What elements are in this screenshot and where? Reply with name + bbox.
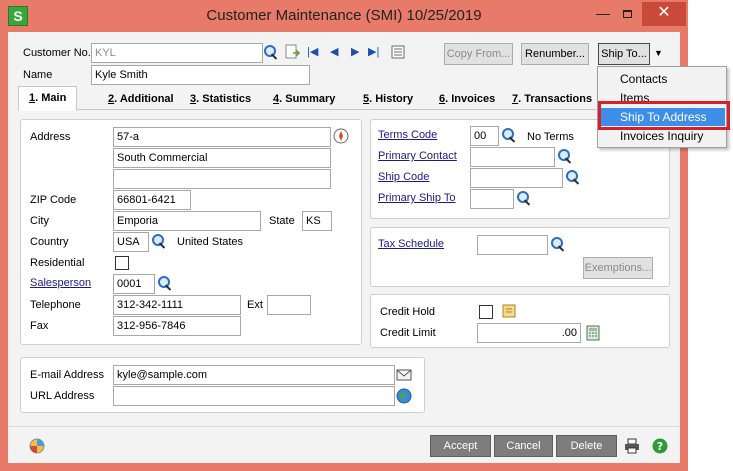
cancel-button[interactable]: Cancel [494,435,553,457]
country-label: Country [30,236,69,248]
ship-to-button[interactable]: Ship To... [598,43,650,65]
fax-input[interactable]: 312-956-7846 [113,316,241,336]
print-icon[interactable] [624,438,640,454]
window-title: Customer Maintenance (SMI) 10/25/2019 [206,7,482,24]
search-icon[interactable] [263,44,279,60]
tab-transactions[interactable]: 7. Transactions [512,89,592,109]
ship-to-dropdown-arrow-icon[interactable]: ▼ [654,48,663,58]
ship-code-link[interactable]: Ship Code [378,171,429,183]
primary-ship-to-link[interactable]: Primary Ship To [378,192,455,204]
window-frame: S Customer Maintenance (SMI) 10/25/2019 … [0,0,688,471]
tab-invoices[interactable]: 6. Invoices [439,89,495,109]
next-record-icon[interactable]: ▶ [351,45,359,59]
terms-code-link[interactable]: Terms Code [378,129,437,141]
primary-contact-link[interactable]: Primary Contact [378,150,457,162]
url-input[interactable] [113,386,395,406]
footer-divider [8,426,680,427]
menu-item-contacts[interactable]: Contacts [599,70,725,88]
telephone-input[interactable]: 312-342-1111 [113,295,241,315]
window-bottom-border [8,463,680,471]
last-record-icon[interactable]: ▶| [368,45,379,59]
credit-limit-label: Credit Limit [380,327,436,339]
svg-text:?: ? [657,440,663,453]
customer-maintenance-form: Customer No. KYL |◀ ◀ ▶ ▶| Copy From... … [8,32,680,464]
search-icon[interactable] [550,236,566,252]
email-icon[interactable] [396,367,412,383]
email-input[interactable]: kyle@sample.com [113,365,395,385]
delete-button[interactable]: Delete [556,435,617,457]
terms-code-input[interactable]: 00 [470,126,499,146]
zip-code-label: ZIP Code [30,194,77,206]
renumber-button[interactable]: Renumber... [521,43,589,65]
tab-summary[interactable]: 4. Summary [273,89,335,109]
primary-contact-input[interactable] [470,147,555,167]
tab-additional[interactable]: 2. Additional [108,89,174,109]
name-input[interactable]: Kyle Smith [91,65,310,85]
email-label: E-mail Address [30,369,104,381]
country-input[interactable]: USA [113,232,149,252]
ext-label: Ext [247,299,263,311]
search-icon[interactable] [157,275,173,291]
salesperson-input[interactable]: 0001 [113,274,155,294]
document-icon[interactable] [284,44,300,60]
search-icon[interactable] [557,148,573,164]
exemptions-button[interactable]: Exemptions... [583,257,653,279]
credit-hold-checkbox[interactable] [479,305,493,319]
name-label: Name [23,69,53,81]
state-input[interactable]: KS [302,211,332,231]
address-label: Address [30,131,71,143]
ship-code-input[interactable] [470,168,563,188]
address-line2-input[interactable]: South Commercial [113,148,331,168]
credit-hold-label: Credit Hold [380,306,436,318]
search-icon[interactable] [565,169,581,185]
ext-input[interactable] [267,295,311,315]
salesperson-link[interactable]: Salesperson [30,277,91,289]
customer-no-label: Customer No. [23,47,91,59]
previous-record-icon[interactable]: ◀ [330,45,338,59]
tab-main[interactable]: 1. Main [18,86,78,111]
maximize-button[interactable] [610,2,644,26]
credit-limit-input[interactable]: .00 [477,323,581,343]
tab-statistics[interactable]: 3. Statistics [190,89,251,109]
fax-label: Fax [30,320,49,332]
country-name: United States [177,236,244,248]
accept-button[interactable]: Accept [430,435,491,457]
primary-ship-to-input[interactable] [470,189,514,209]
city-input[interactable]: Emporia [113,211,261,231]
globe-icon[interactable] [396,388,412,404]
city-label: City [30,215,49,227]
residential-checkbox[interactable] [115,256,129,270]
residential-label: Residential [30,257,85,269]
copy-from-button[interactable]: Copy From... [444,43,513,65]
url-label: URL Address [30,390,95,402]
search-icon[interactable] [151,233,167,249]
highlight-box [598,101,730,130]
address-line1-input[interactable]: 57-a [113,127,331,147]
tab-strip: 1. Main 2. Additional 3. Statistics 4. S… [18,86,670,111]
tax-schedule-input[interactable] [477,235,548,255]
address-line3-input[interactable] [113,169,331,189]
state-label: State [269,215,295,227]
first-record-icon[interactable]: |◀ [307,45,318,59]
list-icon[interactable] [390,44,406,60]
search-icon[interactable] [516,190,532,206]
maximize-icon [622,10,632,18]
title-bar: S Customer Maintenance (SMI) 10/25/2019 … [0,0,688,32]
terms-description: No Terms [527,131,574,143]
zip-code-input[interactable]: 66801-6421 [113,190,191,210]
telephone-label: Telephone [30,299,81,311]
note-icon[interactable] [501,303,517,319]
help-icon[interactable]: ? [652,438,668,454]
calculator-icon[interactable] [585,325,601,341]
settings-icon[interactable] [29,438,45,454]
tax-schedule-link[interactable]: Tax Schedule [378,238,444,250]
close-button[interactable]: ✕ [642,2,686,26]
tab-history[interactable]: 5. History [363,89,413,109]
compass-icon[interactable] [333,128,349,144]
search-icon[interactable] [501,127,517,143]
customer-no-input[interactable]: KYL [91,43,263,63]
